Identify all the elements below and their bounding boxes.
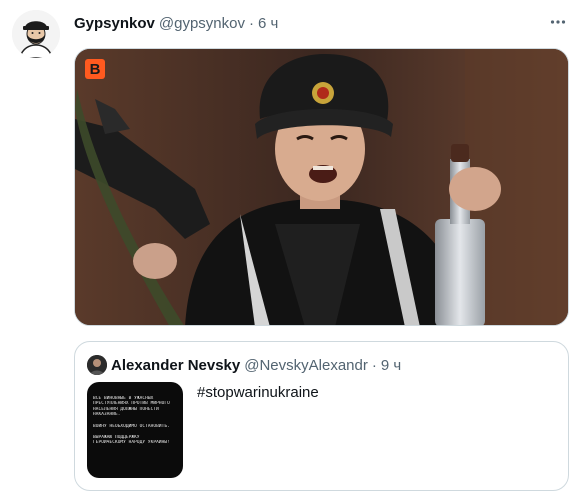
author-handle[interactable]: @gypsynkov [159,15,245,32]
separator-dot: · [248,14,254,32]
quoted-author-handle[interactable]: @NevskyAlexandr [244,357,368,374]
quoted-tweet-header: Alexander Nevsky @NevskyAlexandr · 9 ч [87,354,401,376]
quoted-tweet-text[interactable]: #stopwarinukraine [197,384,319,401]
quoted-tweet-image[interactable]: ВСЕ ВИНОВНЫЕ В УЖАСНЫХ ПРЕСТУПЛЕНИЯХ ПРО… [87,382,183,478]
tweet-media-photo[interactable]: B [74,48,569,326]
quoted-tweet[interactable]: Alexander Nevsky @NevskyAlexandr · 9 ч В… [74,341,569,491]
quoted-author-avatar[interactable] [87,355,107,375]
quoted-separator-dot: · [371,356,377,374]
tweet-timestamp[interactable]: 6 ч [258,15,278,32]
more-horizontal-icon [550,20,566,24]
quoted-image-text-line: ГЕРОИЧЕСКОМУ НАРОДУ УКРАИНЫ! [93,440,170,446]
quoted-tweet-timestamp[interactable]: 9 ч [381,357,401,374]
quoted-author-name[interactable]: Alexander Nevsky [111,357,240,374]
media-logo-letter: B [90,61,101,78]
author-name[interactable]: Gypsynkov [74,15,155,32]
author-avatar[interactable] [12,10,60,58]
quoted-image-text-line: ВОЙНУ НЕОБХОДИМО ОСТАНОВИТЬ. [93,423,170,429]
tweet[interactable]: Gypsynkov @gypsynkov · 6 ч B Alexander N… [0,0,584,500]
more-options-button[interactable] [544,8,572,36]
tweet-header: Gypsynkov @gypsynkov · 6 ч [74,13,278,33]
